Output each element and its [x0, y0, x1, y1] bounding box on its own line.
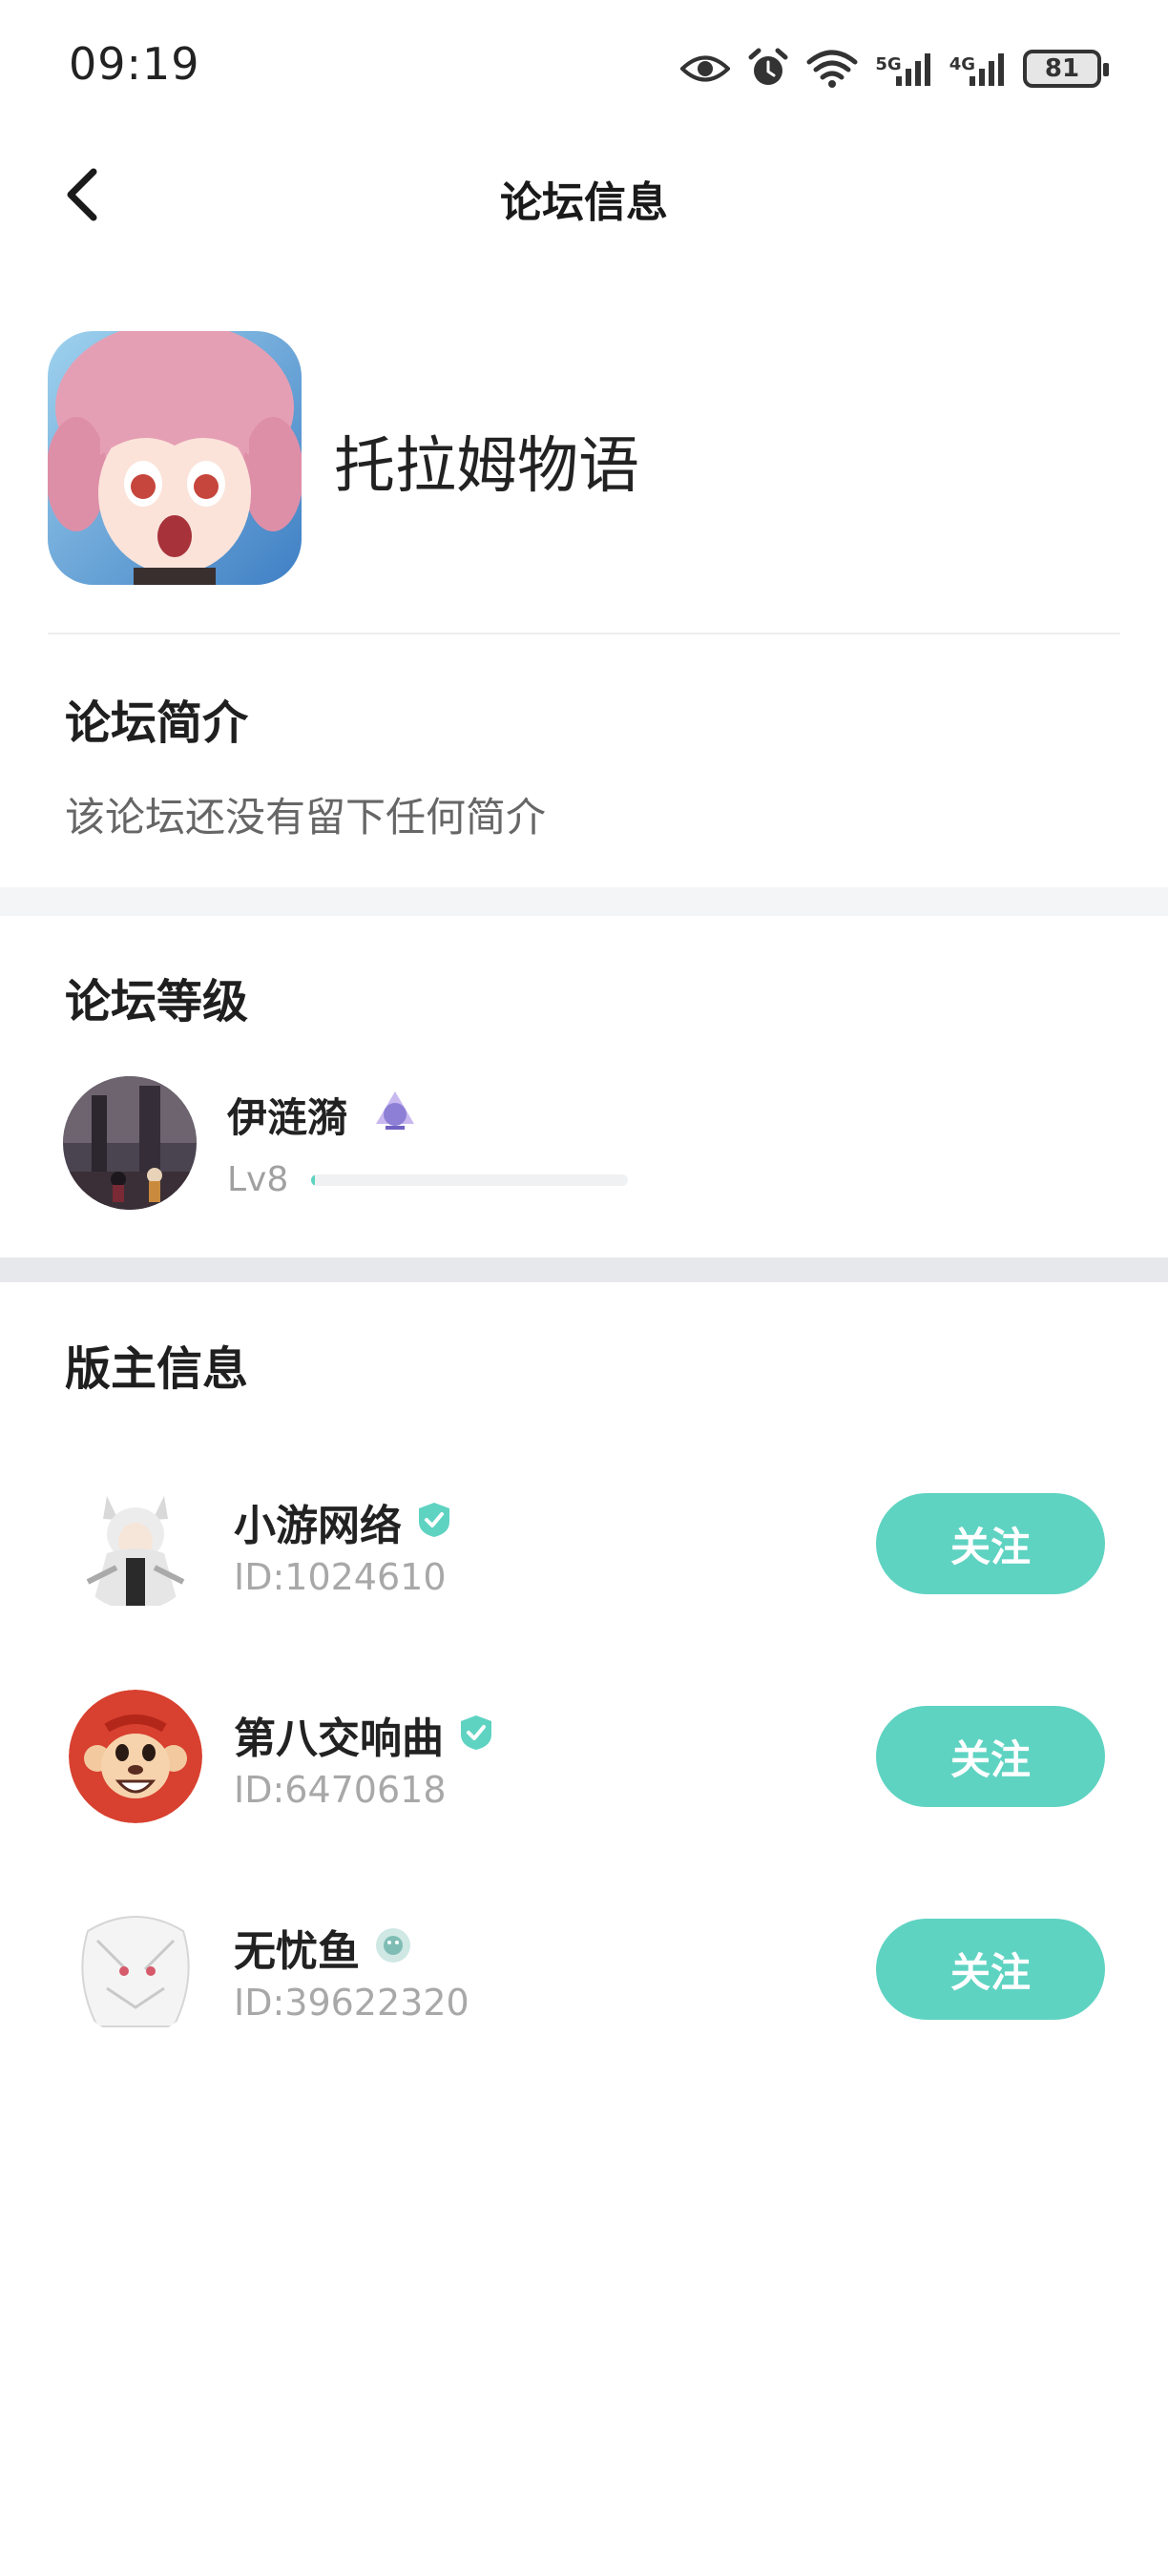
moderator-avatar[interactable]: [69, 1690, 202, 1823]
follow-button[interactable]: 关注: [876, 1919, 1105, 2020]
follow-button[interactable]: 关注: [876, 1706, 1105, 1807]
moderator-name: 第八交响曲: [234, 1714, 444, 1763]
moderator-name-line: 无忧鱼: [234, 1917, 413, 1978]
forum-name: 托拉姆物语: [334, 431, 639, 502]
moderator-id: ID:6470618: [234, 1769, 447, 1811]
battery-level: 81: [1044, 54, 1080, 83]
verified-icon: [415, 1501, 453, 1543]
follow-button[interactable]: 关注: [876, 1493, 1105, 1594]
moderator-avatar[interactable]: [69, 1902, 202, 2036]
network-5g-label: 5G: [875, 54, 902, 74]
level-title: 论坛等级: [65, 975, 249, 1028]
moderator-avatar[interactable]: [69, 1477, 202, 1610]
level-label: Lv8: [227, 1160, 289, 1199]
level-progress-bar: [311, 1174, 628, 1186]
moderator-id: ID:39622320: [234, 1982, 469, 2024]
signal-4g-icon: 4G: [949, 50, 1006, 88]
status-time: 09:19: [69, 38, 200, 90]
verified-icon: [457, 1714, 495, 1755]
intro-title: 论坛简介: [65, 696, 249, 750]
medal-icon: [373, 1925, 413, 1969]
page-title: 论坛信息: [500, 178, 668, 227]
alarm-icon: [747, 48, 789, 90]
network-4g-label: 4G: [949, 54, 975, 74]
signal-5g-icon: 5G: [875, 50, 931, 88]
divider: [48, 633, 1120, 634]
moderator-row: 无忧鱼 ID:39622320 关注: [0, 1898, 1168, 2041]
battery-icon: 81: [1023, 50, 1109, 88]
status-bar: 09:19 5G 4G 81: [0, 0, 1168, 134]
moderator-name-line: 小游网络: [234, 1491, 453, 1552]
moderator-row: 小游网络 ID:1024610 关注: [0, 1472, 1168, 1615]
moderator-row: 第八交响曲 ID:6470618 关注: [0, 1685, 1168, 1828]
moderator-name-line: 第八交响曲: [234, 1704, 495, 1765]
moderator-id: ID:1024610: [234, 1556, 447, 1598]
section-separator: [0, 887, 1168, 916]
forum-header: 托拉姆物语: [0, 329, 1168, 587]
wifi-icon: [806, 49, 858, 89]
medal-icon: [370, 1086, 420, 1135]
moderator-name: 小游网络: [234, 1502, 402, 1550]
forum-avatar: [48, 331, 302, 585]
level-progress-fill: [311, 1174, 315, 1186]
eye-icon: [680, 52, 731, 85]
level-user-name: 伊涟漪: [227, 1094, 348, 1141]
intro-text: 该论坛还没有留下任何简介: [65, 794, 547, 841]
moderators-title: 版主信息: [65, 1342, 249, 1396]
section-separator: [0, 1257, 1168, 1282]
status-icons: 5G 4G 81: [680, 42, 1109, 95]
user-avatar[interactable]: [63, 1076, 197, 1210]
nav-bar: 论坛信息: [0, 134, 1168, 258]
moderator-name: 无忧鱼: [234, 1927, 360, 1976]
